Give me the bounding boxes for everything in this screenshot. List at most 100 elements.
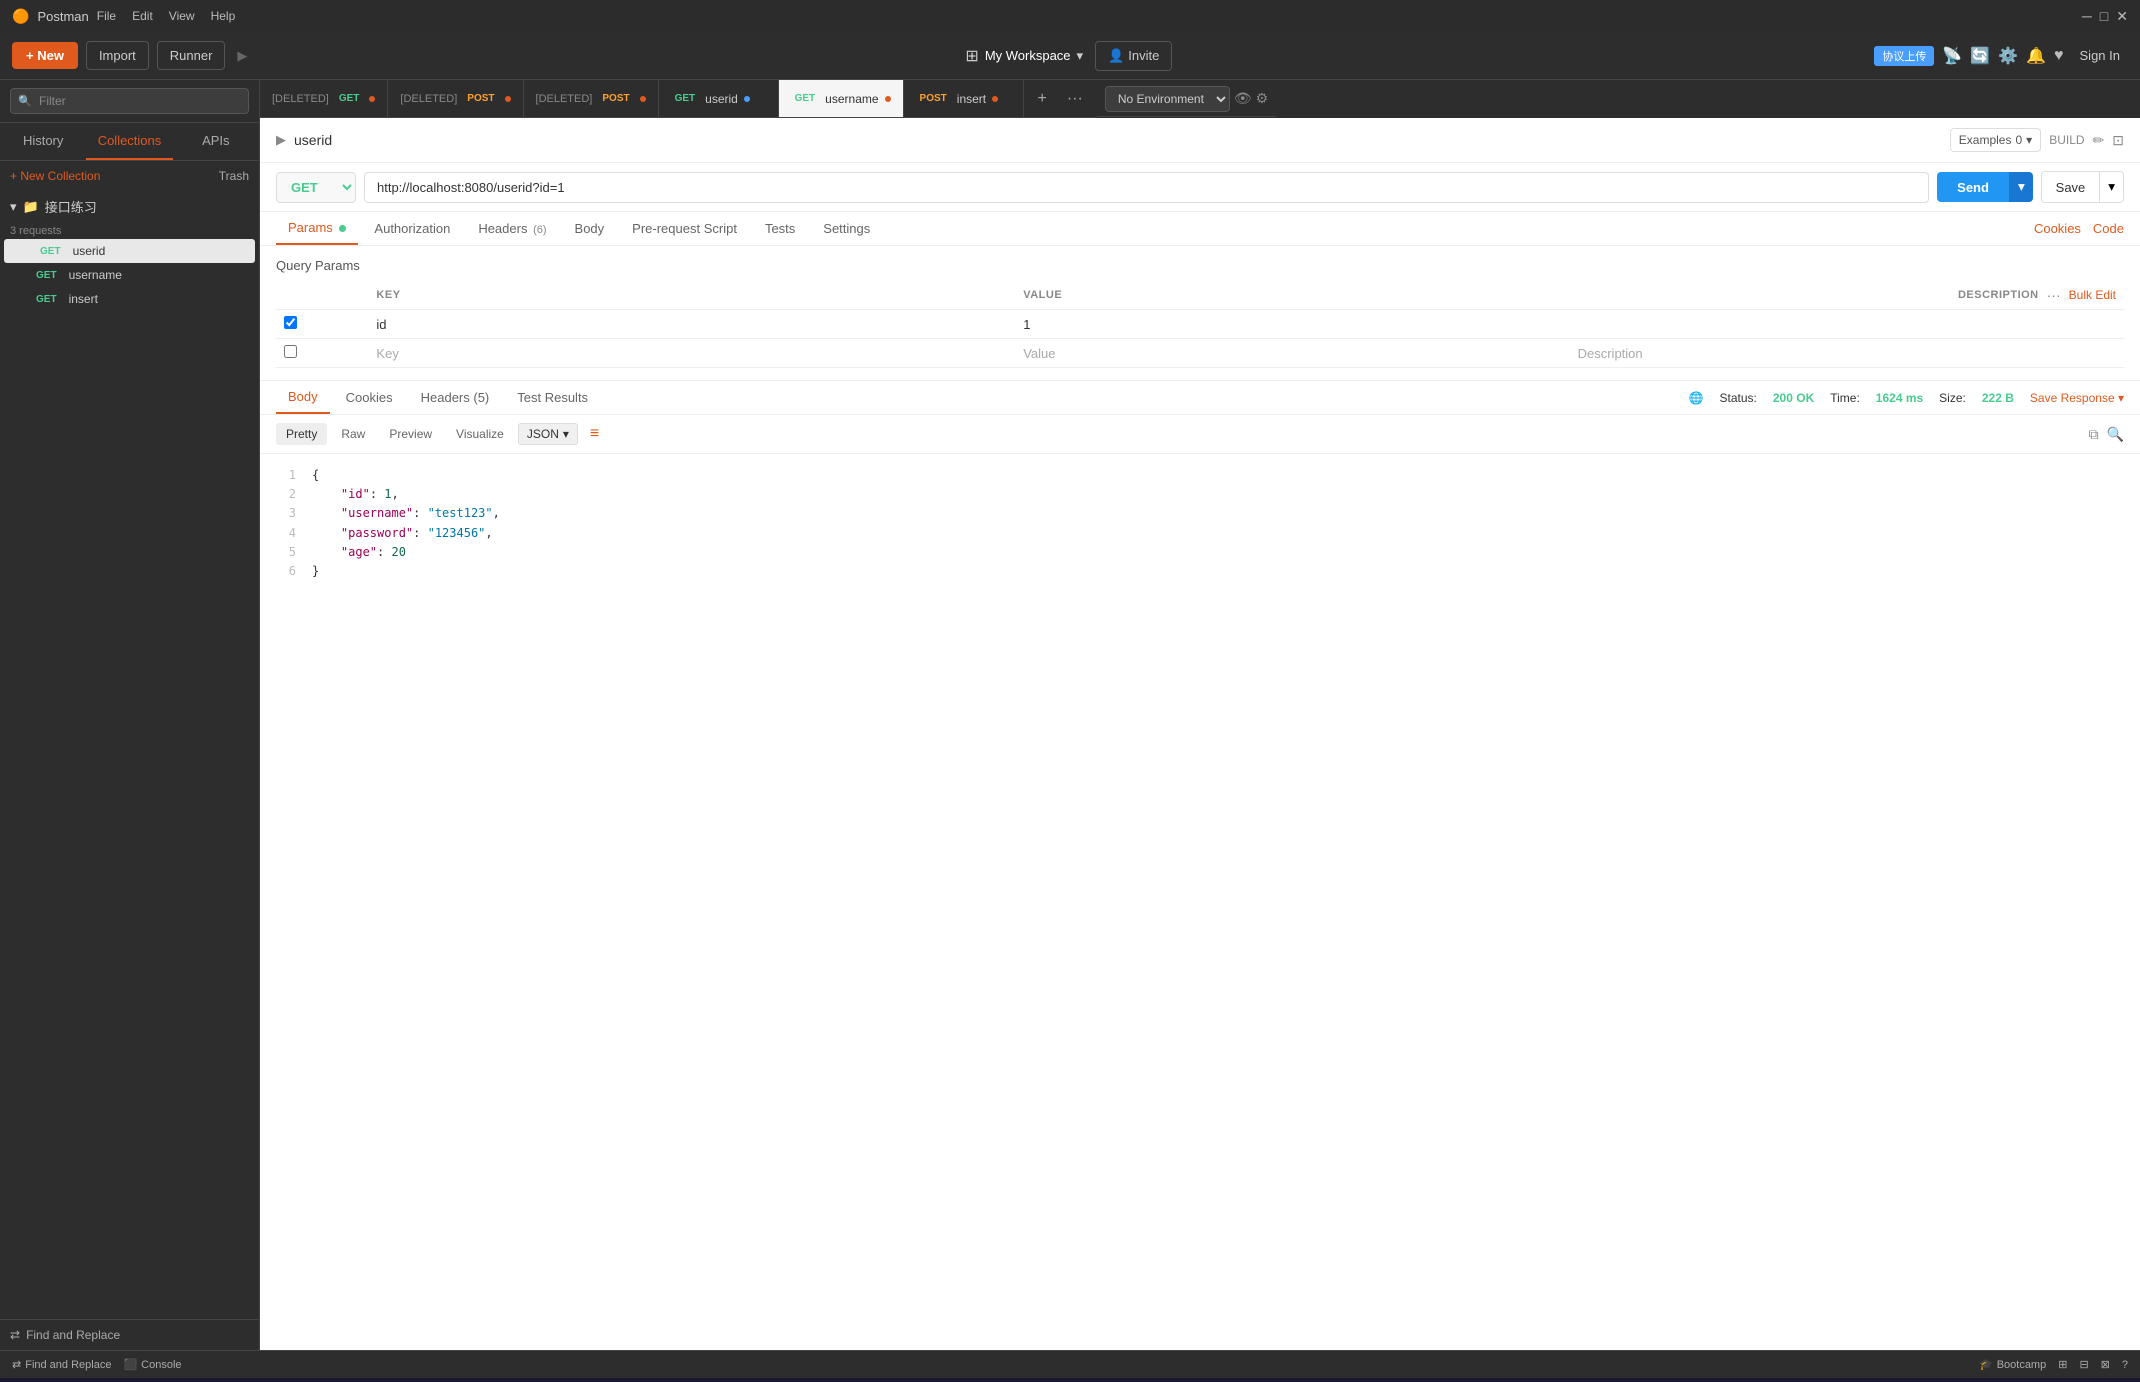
method-badge-get-3: GET [32, 293, 61, 306]
menu-help[interactable]: Help [211, 9, 236, 23]
param-check-id [276, 310, 368, 339]
wrap-icon[interactable]: ≡ [590, 425, 599, 443]
upload-badge[interactable]: 协议上传 [1874, 46, 1934, 66]
find-replace-item[interactable]: ⇄ Find and Replace [10, 1328, 249, 1342]
bulk-edit-button[interactable]: Bulk Edit [2069, 288, 2116, 302]
json-dropdown-icon: ▾ [563, 427, 569, 441]
search-icon: 🔍 [18, 95, 32, 108]
param-checkbox-id[interactable] [284, 316, 297, 329]
invite-button[interactable]: 👤 Invite [1095, 41, 1172, 71]
param-key-empty[interactable]: Key [368, 339, 1015, 368]
fmt-tab-preview[interactable]: Preview [379, 423, 442, 445]
minimize-button[interactable]: ─ [2082, 8, 2092, 25]
tab-deleted-post-2[interactable]: [DELETED] POST [524, 80, 659, 117]
more-tabs-button[interactable]: ··· [1061, 88, 1089, 110]
add-tab-button[interactable]: + [1032, 88, 1053, 110]
settings-env-icon[interactable]: ⚙ [1256, 90, 1269, 107]
request-item-userid[interactable]: GET userid [4, 239, 255, 263]
layout-icon-1[interactable]: ⊞ [2058, 1358, 2067, 1371]
eye-icon[interactable]: 👁 [1234, 90, 1252, 107]
satellite-icon[interactable]: 📡 [1942, 46, 1962, 66]
req-tab-pre-request[interactable]: Pre-request Script [620, 213, 749, 244]
request-item-insert[interactable]: GET insert [0, 287, 259, 311]
req-tab-settings[interactable]: Settings [811, 213, 882, 244]
fmt-tab-pretty[interactable]: Pretty [276, 423, 327, 445]
tab-insert[interactable]: POST insert [904, 80, 1024, 117]
fmt-tab-raw[interactable]: Raw [331, 423, 375, 445]
sidebar-tab-collections[interactable]: Collections [86, 123, 172, 160]
code-line-5: 5 "age": 20 [276, 543, 2124, 562]
json-format-selector[interactable]: JSON ▾ [518, 423, 578, 445]
window-controls: ─ □ ✕ [2082, 8, 2128, 25]
search-response-button[interactable]: 🔍 [2107, 426, 2124, 443]
fmt-tab-visualize[interactable]: Visualize [446, 423, 514, 445]
code-link[interactable]: Code [2093, 221, 2124, 236]
line-num-5: 5 [276, 543, 296, 562]
menu-file[interactable]: File [97, 9, 116, 23]
send-dropdown-button[interactable]: ▾ [2009, 172, 2033, 202]
tab-username[interactable]: GET username [779, 80, 904, 117]
settings-icon[interactable]: ⚙️ [1998, 46, 2018, 66]
history-icon[interactable]: 🔄 [1970, 46, 1990, 66]
new-collection-button[interactable]: + New Collection [10, 169, 100, 183]
trash-button[interactable]: Trash [219, 169, 249, 183]
resp-tab-cookies[interactable]: Cookies [334, 382, 405, 413]
resp-tab-body[interactable]: Body [276, 381, 330, 414]
sign-in-button[interactable]: Sign In [2072, 42, 2128, 69]
environment-selector[interactable]: No Environment [1105, 86, 1230, 112]
collection-name: 接口练习 [45, 197, 97, 216]
bootcamp-statusbar[interactable]: 🎓 Bootcamp [1979, 1358, 2046, 1371]
req-tab-body[interactable]: Body [563, 213, 617, 244]
response-size: 222 B [1982, 391, 2014, 405]
request-item-username[interactable]: GET username [0, 263, 259, 287]
sidebar-filter-input[interactable] [10, 88, 249, 114]
tab-userid[interactable]: GET userid [659, 80, 779, 117]
params-dots-button[interactable]: ··· [2047, 287, 2061, 303]
menu-edit[interactable]: Edit [132, 9, 153, 23]
req-tab-tests[interactable]: Tests [753, 213, 807, 244]
sidebar-tab-apis[interactable]: APIs [173, 123, 259, 160]
edit-icon[interactable]: ✏ [2093, 132, 2105, 149]
help-icon[interactable]: ? [2122, 1359, 2128, 1371]
examples-button[interactable]: Examples 0 ▾ [1950, 128, 2041, 152]
import-button[interactable]: Import [86, 41, 149, 70]
find-replace-label: Find and Replace [26, 1328, 120, 1342]
method-selector[interactable]: GET [276, 172, 356, 203]
workspace-selector[interactable]: ⊞ My Workspace ▾ [953, 42, 1095, 70]
save-dropdown-button[interactable]: ▾ [2100, 171, 2124, 203]
save-response-button[interactable]: Save Response ▾ [2030, 391, 2124, 405]
layout-icon-2[interactable]: ⊟ [2079, 1358, 2088, 1371]
more-options-icon[interactable]: ⊡ [2112, 132, 2124, 149]
heart-icon[interactable]: ♥ [2054, 47, 2064, 65]
maximize-button[interactable]: □ [2100, 8, 2108, 25]
new-button[interactable]: + New [12, 42, 78, 69]
param-value-empty[interactable]: Value [1015, 339, 1569, 368]
close-button[interactable]: ✕ [2116, 8, 2128, 25]
bell-icon[interactable]: 🔔 [2026, 46, 2046, 66]
runner-button[interactable]: Runner [157, 41, 226, 70]
tab-method-1: GET [335, 92, 364, 105]
req-tab-params[interactable]: Params [276, 212, 358, 245]
save-button[interactable]: Save [2041, 171, 2101, 203]
tab-deleted-get-1[interactable]: [DELETED] GET [260, 80, 388, 117]
find-replace-statusbar[interactable]: ⇄ Find and Replace [12, 1358, 111, 1371]
layout-icon-3[interactable]: ⊠ [2101, 1358, 2110, 1371]
send-button[interactable]: Send [1937, 172, 2009, 202]
req-tab-headers[interactable]: Headers (6) [466, 213, 558, 244]
tab-deleted-post-1[interactable]: [DELETED] POST [388, 80, 523, 117]
param-checkbox-empty[interactable] [284, 345, 297, 358]
sidebar-tab-history[interactable]: History [0, 123, 86, 160]
resp-tab-test-results[interactable]: Test Results [505, 382, 600, 413]
param-value-id[interactable]: 1 [1015, 310, 1569, 339]
expand-arrow[interactable]: ▶ [276, 132, 286, 148]
code-text-2: "id": 1, [312, 485, 399, 504]
copy-button[interactable]: ⧉ [2089, 426, 2099, 443]
param-key-id[interactable]: id [368, 310, 1015, 339]
collection-header[interactable]: ▾ 📁 接口练习 [0, 191, 259, 222]
resp-tab-headers[interactable]: Headers (5) [409, 382, 502, 413]
cookies-link[interactable]: Cookies [2034, 221, 2081, 236]
console-statusbar[interactable]: ⬛ Console [123, 1358, 181, 1371]
menu-view[interactable]: View [169, 9, 195, 23]
req-tab-authorization[interactable]: Authorization [362, 213, 462, 244]
url-input[interactable] [364, 172, 1929, 203]
